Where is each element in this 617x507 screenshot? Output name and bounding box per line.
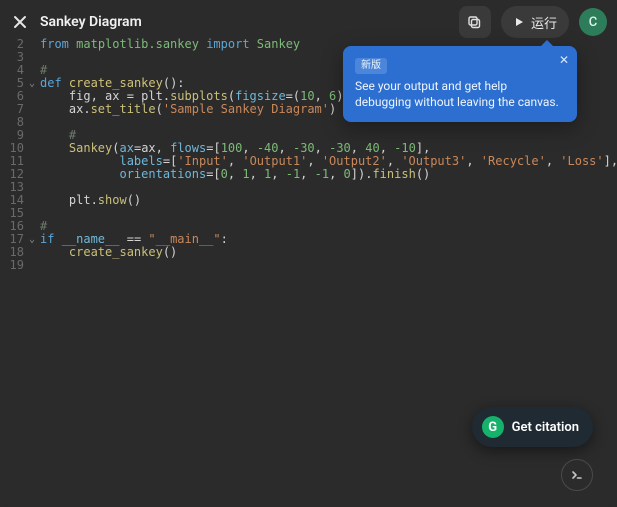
tooltip-close-icon[interactable]: ✕ xyxy=(559,52,569,68)
get-citation-button[interactable]: G Get citation xyxy=(472,407,593,447)
tooltip-text: See your output and get help debugging w… xyxy=(355,78,565,110)
run-label: 运行 xyxy=(531,13,557,32)
avatar-initial: C xyxy=(589,15,598,30)
citation-logo-icon: G xyxy=(482,416,504,438)
copy-button[interactable] xyxy=(459,6,491,38)
tooltip-badge: 新版 xyxy=(355,58,387,74)
output-tooltip: ✕ 新版 See your output and get help debugg… xyxy=(343,46,577,122)
close-icon[interactable] xyxy=(10,12,30,32)
citation-label: Get citation xyxy=(512,420,579,435)
page-title: Sankey Diagram xyxy=(40,14,142,30)
run-button[interactable]: 运行 xyxy=(501,6,569,38)
terminal-button[interactable] xyxy=(561,459,593,491)
terminal-icon xyxy=(570,468,584,482)
fold-icon[interactable]: ⌄ xyxy=(26,233,38,246)
play-icon xyxy=(513,16,525,28)
fold-icon[interactable]: ⌄ xyxy=(26,77,38,90)
avatar[interactable]: C xyxy=(579,8,607,36)
